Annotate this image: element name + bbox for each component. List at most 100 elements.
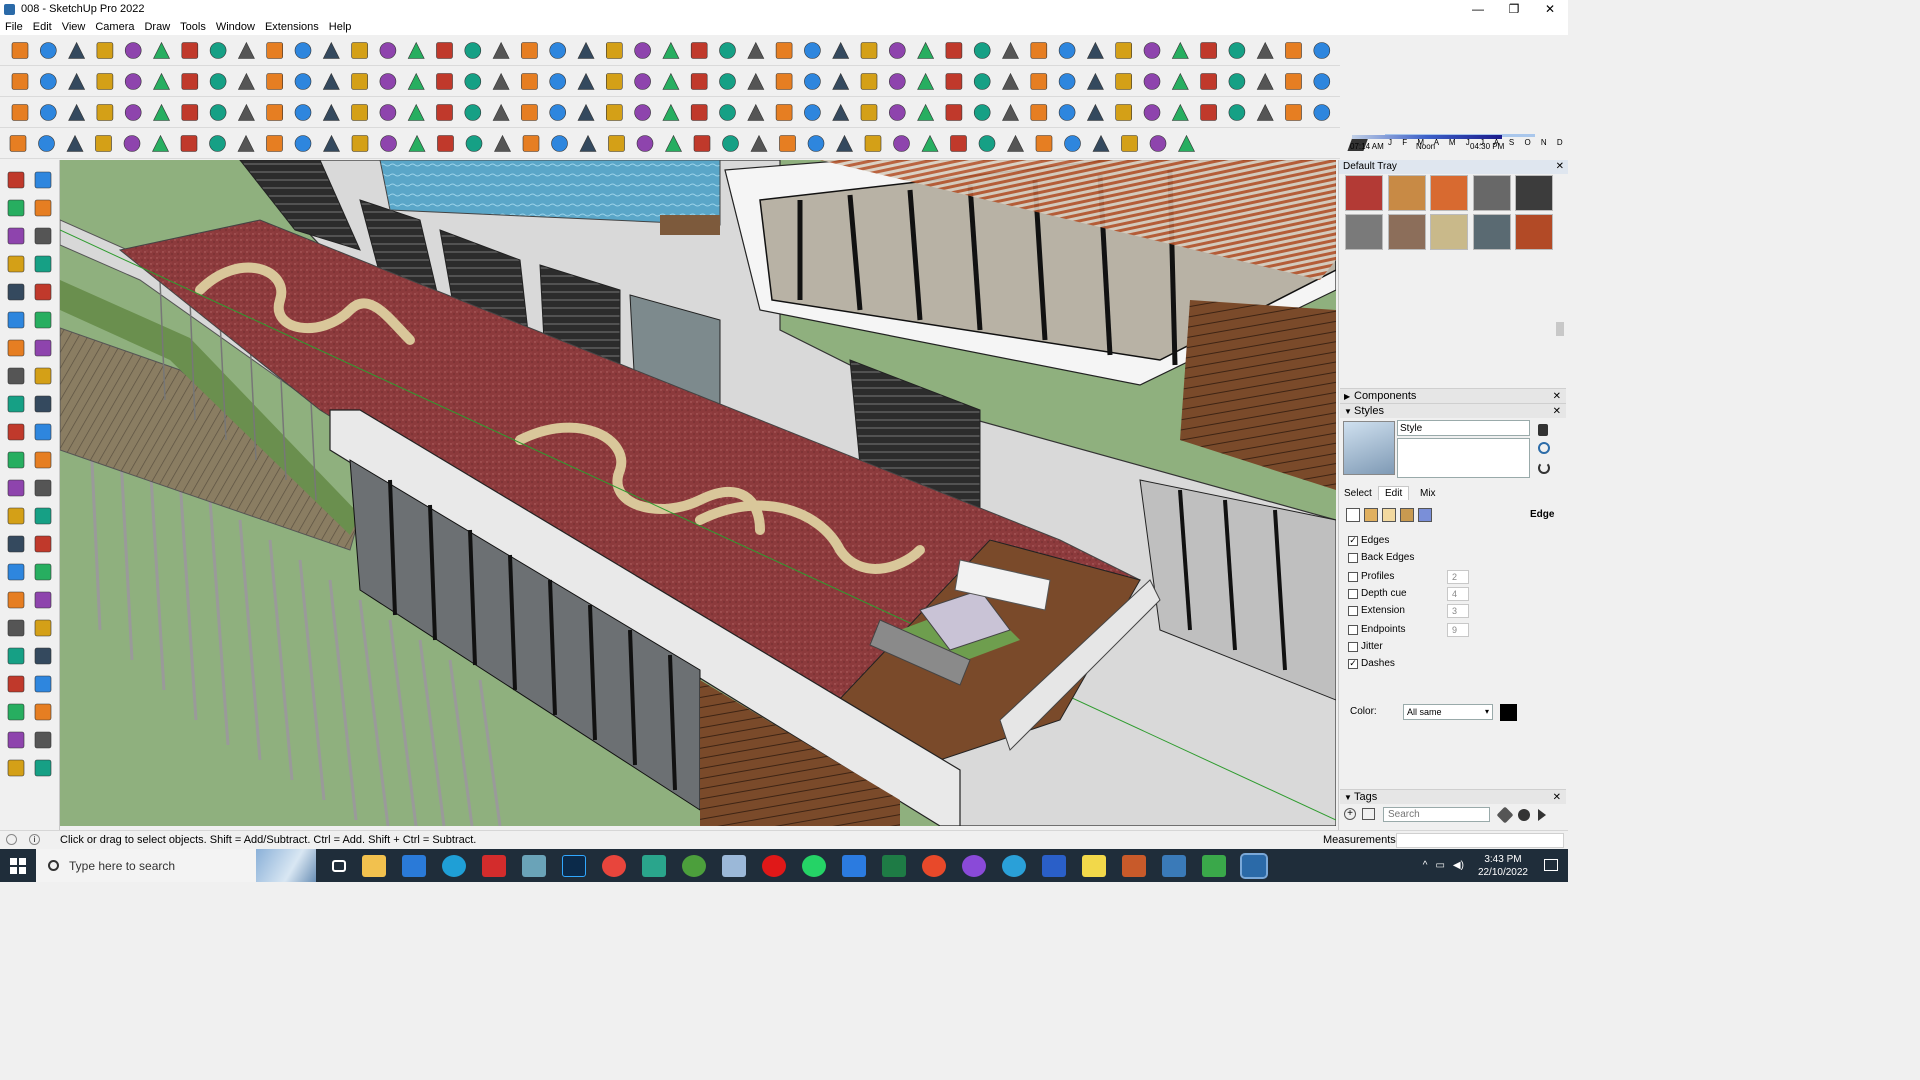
left-tool-icon[interactable] <box>34 283 52 301</box>
tool-icon[interactable] <box>690 73 708 90</box>
add-tag-folder-icon[interactable] <box>1362 808 1375 820</box>
tool-icon[interactable] <box>1002 72 1019 90</box>
color-by-tag-icon[interactable] <box>1518 809 1530 821</box>
material-swatch[interactable] <box>1430 214 1468 250</box>
tool-icon[interactable] <box>294 73 312 90</box>
tool-icon[interactable] <box>1058 104 1076 121</box>
tool-icon[interactable] <box>747 41 765 59</box>
tool-icon[interactable] <box>209 135 226 152</box>
tool-icon[interactable] <box>1092 134 1110 152</box>
app-icon-8[interactable] <box>1202 854 1226 877</box>
calculator-icon[interactable] <box>402 854 426 877</box>
edge-setting-row[interactable]: Profiles <box>1348 571 1394 582</box>
tool-icon[interactable] <box>634 73 651 90</box>
tool-icon[interactable] <box>662 103 680 121</box>
tool-icon[interactable] <box>124 42 142 59</box>
tool-icon[interactable] <box>662 72 680 90</box>
edge-settings-icon[interactable] <box>1346 508 1360 522</box>
tool-icon[interactable] <box>1058 42 1076 59</box>
details-arrow-icon[interactable] <box>1538 809 1546 821</box>
tool-icon[interactable] <box>693 135 711 152</box>
app-icon-1[interactable] <box>522 854 546 877</box>
tool-icon[interactable] <box>436 104 453 121</box>
tool-icon[interactable] <box>747 103 765 121</box>
tool-icon[interactable] <box>1285 42 1302 59</box>
tool-icon[interactable] <box>1285 73 1302 90</box>
left-tool-icon[interactable] <box>34 451 52 469</box>
detail-icon[interactable] <box>1538 442 1550 454</box>
tool-icon[interactable] <box>860 104 878 121</box>
left-tool-icon[interactable] <box>34 759 52 777</box>
left-tool-icon[interactable] <box>7 171 25 189</box>
checkbox[interactable]: ✓ <box>1348 658 1358 669</box>
left-tool-icon[interactable] <box>34 703 52 721</box>
menu-extensions[interactable]: Extensions <box>260 21 324 33</box>
tool-icon[interactable] <box>1313 104 1331 121</box>
edge-setting-row[interactable]: ✓ Edges <box>1348 535 1389 546</box>
tool-icon[interactable] <box>719 104 736 121</box>
tool-icon[interactable] <box>1115 73 1132 90</box>
tool-icon[interactable] <box>836 134 853 152</box>
tool-icon[interactable] <box>1030 104 1048 121</box>
tool-icon[interactable] <box>39 104 57 121</box>
tool-icon[interactable] <box>636 135 654 152</box>
tool-icon[interactable] <box>266 42 284 59</box>
tool-icon[interactable] <box>917 103 935 121</box>
left-tool-icon[interactable] <box>34 311 52 329</box>
tool-icon[interactable] <box>181 73 199 90</box>
checkbox[interactable] <box>1348 641 1358 652</box>
menu-view[interactable]: View <box>57 21 91 33</box>
color-select[interactable]: All same ▾ <box>1403 704 1493 720</box>
tool-icon[interactable] <box>665 134 682 152</box>
left-tool-icon[interactable] <box>34 731 52 749</box>
tool-icon[interactable] <box>237 134 255 152</box>
tool-icon[interactable] <box>1171 72 1189 90</box>
tool-icon[interactable] <box>68 103 86 121</box>
left-tool-icon[interactable] <box>7 619 25 637</box>
tool-icon[interactable] <box>1228 42 1246 59</box>
tool-icon[interactable] <box>1171 103 1189 121</box>
tool-icon[interactable] <box>379 104 397 121</box>
tool-icon[interactable] <box>180 135 198 152</box>
left-tool-icon[interactable] <box>7 647 25 665</box>
tool-icon[interactable] <box>1115 104 1132 121</box>
whatsapp-icon[interactable] <box>802 854 826 877</box>
tool-icon[interactable] <box>266 73 284 90</box>
tool-icon[interactable] <box>66 134 84 152</box>
checkbox[interactable] <box>1348 571 1358 582</box>
edge-setting-row[interactable]: Endpoints <box>1348 624 1405 635</box>
tool-icon[interactable] <box>973 42 991 59</box>
tool-icon[interactable] <box>237 103 255 121</box>
tool-icon[interactable] <box>1200 42 1217 59</box>
tool-icon[interactable] <box>1200 73 1217 90</box>
tool-icon[interactable] <box>1035 135 1053 152</box>
tool-icon[interactable] <box>1030 42 1048 59</box>
menu-camera[interactable]: Camera <box>90 21 139 33</box>
app-icon-7[interactable] <box>1162 854 1186 877</box>
tool-icon[interactable] <box>1200 104 1217 121</box>
tool-icon[interactable] <box>1058 73 1076 90</box>
left-tool-icon[interactable] <box>7 759 25 777</box>
tool-icon[interactable] <box>1256 103 1274 121</box>
left-tool-icon[interactable] <box>34 423 52 441</box>
tool-icon[interactable] <box>747 72 765 90</box>
material-swatch[interactable] <box>1387 214 1426 250</box>
tool-icon[interactable] <box>807 135 825 152</box>
tool-icon[interactable] <box>294 104 312 121</box>
left-tool-icon[interactable] <box>7 227 25 245</box>
tool-icon[interactable] <box>96 42 114 59</box>
tool-icon[interactable] <box>266 104 284 121</box>
material-swatch[interactable] <box>1472 214 1511 250</box>
add-tag-icon[interactable]: + <box>1344 808 1356 820</box>
refresh-icon[interactable] <box>1538 462 1550 474</box>
tool-icon[interactable] <box>605 42 623 59</box>
tool-icon[interactable] <box>379 73 397 90</box>
left-tool-icon[interactable] <box>7 451 25 469</box>
tool-icon[interactable] <box>1086 103 1104 121</box>
sticky-notes-icon[interactable] <box>1082 854 1106 877</box>
checkbox[interactable] <box>1348 605 1358 616</box>
tool-icon[interactable] <box>492 72 510 90</box>
tool-icon[interactable] <box>464 73 482 90</box>
material-swatch[interactable] <box>1387 175 1426 211</box>
tool-icon[interactable] <box>521 73 538 90</box>
